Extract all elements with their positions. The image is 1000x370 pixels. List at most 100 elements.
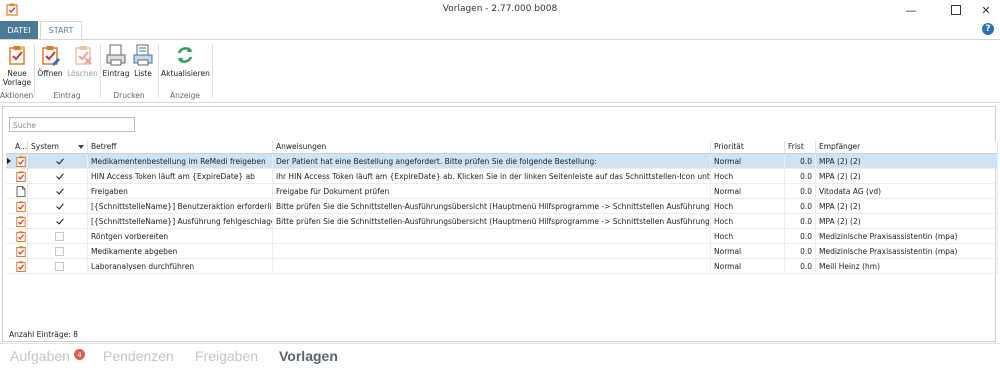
betreff-cell: HIN Access Token läuft am {ExpireDate} a… <box>88 169 273 184</box>
empfaenger-cell: MPA (2) (2) <box>816 199 998 214</box>
print-list-label: Liste <box>134 69 152 78</box>
column-header-betreff[interactable]: Betreff <box>88 141 273 153</box>
group-label-drucken: Drucken <box>113 91 145 100</box>
entry-count: Anzahl Einträge: 8 <box>9 330 78 339</box>
open-button[interactable]: Öffnen <box>36 42 64 78</box>
column-header-system[interactable]: System <box>28 141 88 153</box>
nav-vorlagen[interactable]: Vorlagen <box>279 348 338 364</box>
prioritaet-cell: Normal <box>711 184 785 199</box>
help-button[interactable]: ? <box>982 23 994 35</box>
system-checkbox[interactable] <box>55 202 64 211</box>
table-row[interactable]: Laboranalysen durchführen Normal 0.0 Meili … <box>6 259 998 274</box>
column-header-a[interactable]: A... <box>6 141 28 153</box>
main-content: Suche A... System Betreff Anweisungen Pr… <box>0 103 1000 343</box>
print-entry-label: Eintrag <box>102 69 130 78</box>
empfaenger-cell: MPA (2) (2) <box>816 169 998 184</box>
template-icon <box>16 216 26 227</box>
column-header-anweisungen[interactable]: Anweisungen <box>273 141 711 153</box>
frist-cell: 0.0 <box>785 244 816 259</box>
nav-aufgaben[interactable]: Aufgaben 4 <box>10 348 85 364</box>
system-checkbox[interactable] <box>55 157 64 166</box>
empfaenger-cell: Vitodata AG (vd) <box>816 184 998 199</box>
row-type-cell <box>6 154 28 169</box>
prioritaet-cell: Normal <box>711 244 785 259</box>
title-bar: Vorlagen - 2.77.000 b008 — ✕ <box>0 0 1000 20</box>
maximize-button[interactable] <box>942 0 970 20</box>
print-list-button[interactable]: Liste <box>131 42 155 78</box>
column-header-system-label: System <box>31 142 59 151</box>
table-row[interactable]: Medikamentenbestellung im ReMedi freigeb… <box>6 154 998 169</box>
row-indicator-icon <box>7 158 11 164</box>
delete-button[interactable]: Löschen <box>66 42 99 78</box>
anweisungen-cell: Der Patient hat eine Bestellung angeford… <box>273 154 711 169</box>
table-row[interactable]: HIN Access Token läuft am {ExpireDate} a… <box>6 169 998 184</box>
frist-cell: 0.0 <box>785 154 816 169</box>
frist-cell: 0.0 <box>785 229 816 244</box>
row-type-cell <box>6 199 28 214</box>
nav-freigaben[interactable]: Freigaben <box>195 348 258 364</box>
system-cell <box>28 154 88 169</box>
open-icon <box>42 46 60 66</box>
row-type-cell <box>6 214 28 229</box>
system-cell <box>28 214 88 229</box>
print-list-icon <box>133 44 153 66</box>
frist-cell: 0.0 <box>785 184 816 199</box>
templates-grid: A... System Betreff Anweisungen Prioritä… <box>6 141 998 274</box>
tab-start[interactable]: START <box>40 21 82 39</box>
row-type-cell <box>6 259 28 274</box>
close-icon: ✕ <box>981 3 991 17</box>
search-input[interactable]: Suche <box>9 117 135 132</box>
row-type-cell <box>6 244 28 259</box>
open-label: Öffnen <box>37 69 63 78</box>
ribbon-tab-bar: DATEI START ? <box>0 21 1000 39</box>
system-checkbox[interactable] <box>55 232 64 241</box>
system-checkbox[interactable] <box>55 247 64 256</box>
frist-cell: 0.0 <box>785 169 816 184</box>
table-row[interactable]: [{SchnittstelleName}] Ausführung fehlges… <box>6 214 998 229</box>
system-checkbox[interactable] <box>55 217 64 226</box>
column-header-empfaenger[interactable]: Empfänger <box>816 141 998 153</box>
filter-icon[interactable] <box>78 145 84 149</box>
betreff-cell: Medikamente abgeben <box>88 244 273 259</box>
refresh-label: Aktualisieren <box>161 69 210 78</box>
column-header-prioritaet[interactable]: Priorität <box>711 141 785 153</box>
close-button[interactable]: ✕ <box>972 0 1000 20</box>
anweisungen-cell <box>273 259 711 274</box>
minimize-icon: — <box>905 3 917 17</box>
row-type-cell <box>6 169 28 184</box>
template-icon <box>16 261 26 272</box>
table-row[interactable]: [{SchnittstelleName}] Benutzeraktion erf… <box>6 199 998 214</box>
print-entry-button[interactable]: Eintrag <box>102 42 130 78</box>
system-cell <box>28 259 88 274</box>
system-checkbox[interactable] <box>55 172 64 181</box>
table-row[interactable]: Freigaben Freigabe für Dokument prüfen Nor… <box>6 184 998 199</box>
new-template-icon <box>9 46 25 65</box>
group-label-eintrag: Eintrag <box>53 91 81 100</box>
table-row[interactable]: Röntgen vorbereiten Hoch 0.0 Medizinische P… <box>6 229 998 244</box>
betreff-cell: Freigaben <box>88 184 273 199</box>
new-template-button[interactable]: Neue Vorlage <box>2 42 32 87</box>
table-row[interactable]: Medikamente abgeben Normal 0.0 Medizinische… <box>6 244 998 259</box>
group-divider <box>212 44 213 98</box>
anweisungen-cell: Freigabe für Dokument prüfen <box>273 184 711 199</box>
frist-cell: 0.0 <box>785 259 816 274</box>
minimize-button[interactable]: — <box>897 0 925 20</box>
empfaenger-cell: Medizinische Praxisassistentin (mpa) <box>816 229 998 244</box>
refresh-button[interactable]: Aktualisieren <box>161 42 210 78</box>
prioritaet-cell: Hoch <box>711 229 785 244</box>
template-icon <box>16 246 26 257</box>
system-checkbox[interactable] <box>55 262 64 271</box>
group-label-aktionen: Aktionen <box>0 91 34 100</box>
system-cell <box>28 229 88 244</box>
aufgaben-badge: 4 <box>74 349 85 360</box>
nav-pendenzen[interactable]: Pendenzen <box>103 348 174 364</box>
column-header-frist[interactable]: Frist <box>785 141 816 153</box>
system-checkbox[interactable] <box>55 187 64 196</box>
system-cell <box>28 199 88 214</box>
maximize-icon <box>951 5 961 15</box>
template-icon <box>16 231 26 242</box>
ribbon-group-eintrag: Öffnen Löschen Eintrag <box>35 40 99 102</box>
betreff-cell: [{SchnittstelleName}] Benutzeraktion erf… <box>88 199 273 214</box>
window-title: Vorlagen - 2.77.000 b008 <box>442 4 558 14</box>
tab-datei[interactable]: DATEI <box>0 21 38 39</box>
